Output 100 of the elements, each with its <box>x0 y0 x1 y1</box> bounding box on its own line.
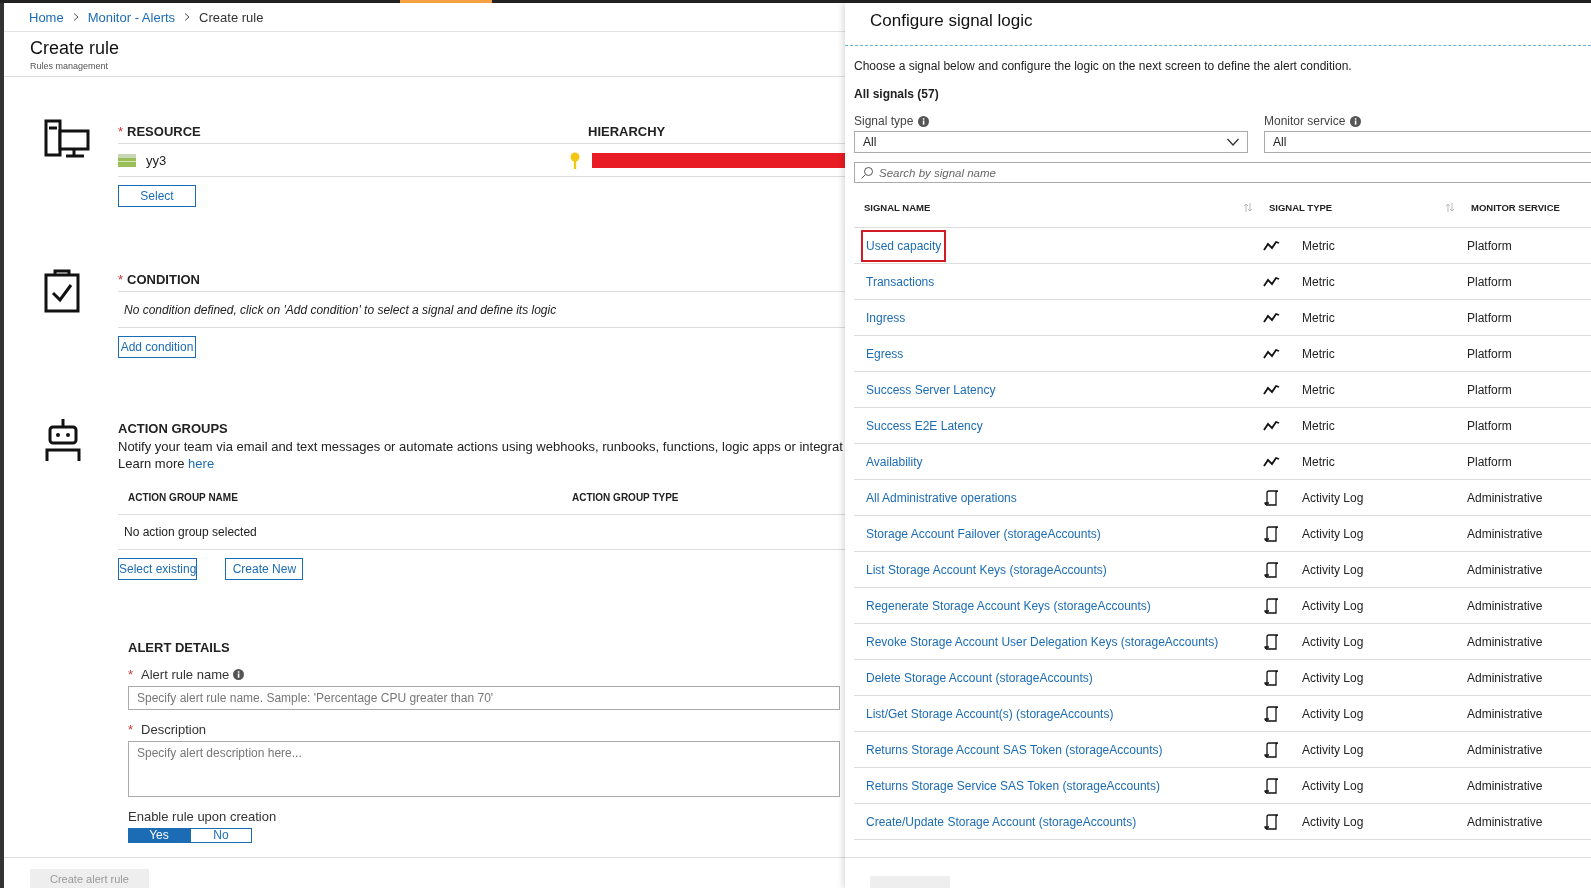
scroll-icon <box>1263 669 1280 686</box>
signal-link[interactable]: All Administrative operations <box>861 481 1022 514</box>
signal-link[interactable]: Egress <box>861 337 909 370</box>
required-asterisk: * <box>128 667 134 682</box>
signal-link[interactable]: Create/Update Storage Account (storageAccounts) <box>861 805 1142 838</box>
section-description: Notify your team via email and text messages or automate actions using webhooks, runbooks, functions, logic apps or integrat <box>118 438 844 455</box>
action-group-button[interactable]: Create New <box>225 558 304 580</box>
signal-type: Activity Log <box>1302 670 1364 685</box>
monitor-service: Administrative <box>1461 480 1591 516</box>
monitor-service: Administrative <box>1461 660 1591 696</box>
field-label: Description <box>141 722 207 737</box>
monitor-service: Administrative <box>1461 624 1591 660</box>
required-asterisk: * <box>118 123 124 139</box>
signal-link[interactable]: Ingress <box>861 301 911 334</box>
learn-more-link[interactable]: here <box>188 456 215 471</box>
learn-more-text: Learn more <box>118 456 186 471</box>
scroll-icon <box>1263 813 1280 830</box>
chevron-right-icon <box>71 13 80 21</box>
breadcrumb-link[interactable]: Home <box>29 9 64 25</box>
signal-link[interactable]: Regenerate Storage Account Keys (storageAccounts) <box>861 589 1156 622</box>
scroll-icon <box>1263 525 1280 542</box>
monitor-service: Platform <box>1461 444 1591 480</box>
signal-type: Metric <box>1302 382 1335 397</box>
signal-type: Metric <box>1302 274 1335 289</box>
signal-type: Metric <box>1302 454 1335 469</box>
dropdown[interactable]: All <box>1264 131 1591 153</box>
filter-label: Signal type <box>854 114 914 128</box>
signal-type: Activity Log <box>1302 742 1364 757</box>
search-icon <box>861 166 873 179</box>
robot-icon <box>44 418 82 462</box>
signal-link[interactable]: Returns Storage Service SAS Token (storageAccounts) <box>861 769 1165 802</box>
panel-title: Configure signal logic <box>869 10 1034 32</box>
scroll-icon <box>1263 741 1280 758</box>
select-button[interactable]: Select <box>118 185 196 207</box>
signal-link[interactable]: Availability <box>861 445 928 478</box>
breadcrumb-current: Create rule <box>199 9 264 25</box>
breadcrumb-link[interactable]: Monitor - Alerts <box>87 9 176 25</box>
resource-name: yy3 <box>146 152 167 168</box>
signal-type: Metric <box>1302 418 1335 433</box>
scroll-icon <box>1263 633 1280 650</box>
signal-type: Activity Log <box>1302 634 1364 649</box>
page-subtitle: Rules management <box>30 61 110 71</box>
dropdown-value: All <box>863 135 877 149</box>
scroll-icon <box>1263 561 1280 578</box>
toggle-option[interactable]: Yes <box>128 828 190 843</box>
signal-type: Activity Log <box>1302 814 1364 829</box>
key-icon <box>570 152 580 169</box>
signal-count: All signals (57) <box>854 87 940 101</box>
signal-type: Activity Log <box>1302 778 1364 793</box>
chevron-right-icon <box>183 13 192 21</box>
monitor-service: Administrative <box>1461 768 1591 804</box>
scroll-icon <box>1263 777 1280 794</box>
column-header: MONITOR SERVICE <box>1471 201 1560 213</box>
dropdown-value: All <box>1273 135 1287 149</box>
clipboard-check-icon <box>44 267 80 313</box>
section-heading: ALERT DETAILS <box>128 640 231 655</box>
monitor-service: Administrative <box>1461 588 1591 624</box>
signal-link[interactable]: List/Get Storage Account(s) (storageAccounts) <box>861 697 1119 730</box>
description-field[interactable]: Specify alert description here... <box>128 741 840 797</box>
signal-link[interactable]: Revoke Storage Account User Delegation Keys (storageAccounts) <box>861 625 1224 658</box>
signal-type: Activity Log <box>1302 526 1364 541</box>
add-condition-button[interactable]: Add condition <box>118 336 196 358</box>
toggle-option[interactable]: No <box>190 828 252 843</box>
monitor-service: Administrative <box>1461 516 1591 552</box>
monitor-service: Administrative <box>1461 552 1591 588</box>
monitor-service: Platform <box>1461 336 1591 372</box>
monitor-service: Platform <box>1461 264 1591 300</box>
monitor-service: Administrative <box>1461 696 1591 732</box>
search-field[interactable]: Search by signal name <box>854 162 1591 183</box>
monitor-service: Platform <box>1461 228 1591 264</box>
scroll-icon <box>1263 597 1280 614</box>
monitor-service: Platform <box>1461 300 1591 336</box>
section-heading: ACTION GROUPS <box>118 420 228 436</box>
signal-link[interactable]: Returns Storage Account SAS Token (storageAccounts) <box>861 733 1168 766</box>
field-label: Enable rule upon creation <box>128 809 277 824</box>
panel-description: Choose a signal below and configure the logic on the next screen to define the alert condition. <box>854 59 1353 73</box>
column-header: ACTION GROUP TYPE <box>572 491 679 503</box>
empty-table-text: No action group selected <box>118 515 845 550</box>
signal-link[interactable]: Storage Account Failover (storageAccounts) <box>861 517 1106 550</box>
section-heading: CONDITION <box>127 271 200 287</box>
signal-type: Activity Log <box>1302 598 1364 613</box>
storage-icon <box>118 153 136 167</box>
signal-link[interactable]: List Storage Account Keys (storageAccounts) <box>861 553 1112 586</box>
signal-link[interactable]: Transactions <box>861 265 940 298</box>
monitor-service: Platform <box>1461 372 1591 408</box>
signal-link[interactable]: Success E2E Latency <box>861 409 988 442</box>
signal-link[interactable]: Used capacity <box>861 229 947 262</box>
signal-link[interactable]: Success Server Latency <box>861 373 1001 406</box>
monitor-service: Administrative <box>1461 732 1591 768</box>
column-header: SIGNAL NAME <box>864 201 931 213</box>
computer-icon <box>44 119 90 159</box>
section-heading: RESOURCE <box>127 123 201 139</box>
dropdown[interactable]: All <box>854 131 1248 153</box>
action-group-button[interactable]: Select existing <box>118 558 198 580</box>
monitor-service: Platform <box>1461 408 1591 444</box>
name-field[interactable]: Specify alert rule name. Sample: 'Percentage CPU greater than 70' <box>128 686 840 710</box>
signal-link[interactable]: Delete Storage Account (storageAccounts) <box>861 661 1098 694</box>
section-heading: HIERARCHY <box>588 123 666 139</box>
signal-type: Metric <box>1302 310 1335 325</box>
required-asterisk: * <box>118 271 124 287</box>
